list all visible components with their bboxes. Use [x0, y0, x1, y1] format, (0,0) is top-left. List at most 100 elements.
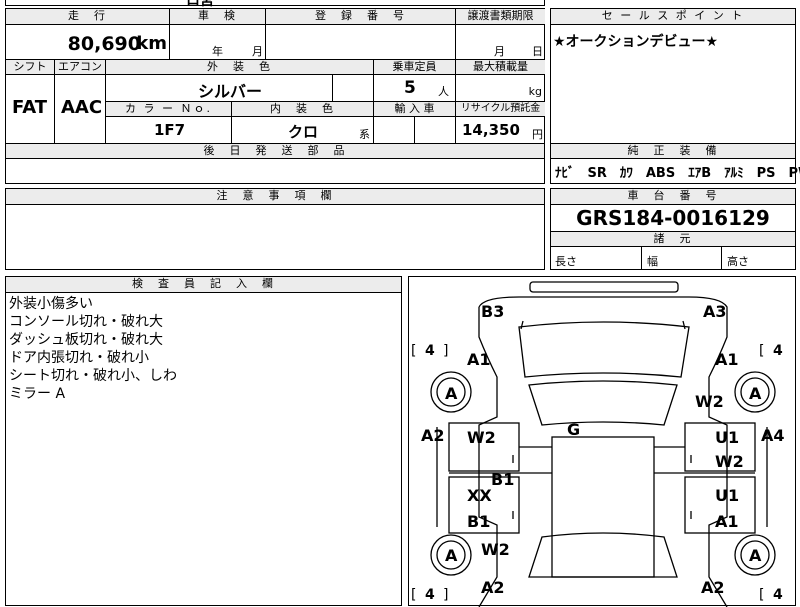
inspection-year-label: 年 — [212, 45, 223, 58]
dimensions-header: 諸 元 — [551, 231, 795, 247]
interior-color-header: 内 装 色 — [231, 101, 373, 117]
rear-window-shape — [528, 532, 678, 578]
exterior-color-cell: シルバー — [105, 75, 332, 101]
inspector-note: 外装小傷多い — [9, 296, 93, 312]
max-load-cell: kg — [455, 75, 545, 101]
b3-label: B3 — [481, 302, 504, 321]
capacity-cell: 5 人 — [373, 75, 455, 101]
inspection-cell: 年 月 — [169, 25, 265, 59]
caution-header: 注 意 事 項 欄 — [6, 189, 544, 205]
recycle-header: リサイクル預託金 — [455, 101, 545, 117]
a2-rear-right-label: A2 — [701, 578, 725, 597]
registration-cell — [265, 25, 455, 59]
sales-point-box: セ ー ル ス ポ イ ン ト ★オークションデビュー★ 純 正 装 備 ﾅﾋﾞ… — [550, 8, 800, 184]
car-diagram-box: B3 A3 A1 A1 A A A A W2 A2 A4 W2 U1 G W2 … — [408, 276, 796, 607]
u1-front-right-door-label: U1 — [715, 428, 739, 447]
equipment-text: ﾅﾋﾞ SR ｶﾜ ABS ｴｱB ｱﾙﾐ PS PW — [555, 166, 800, 181]
inspector-note: ダッシュ板切れ・破れ大 — [9, 332, 163, 348]
car-diagram: B3 A3 A1 A1 A A A A W2 A2 A4 W2 U1 G W2 … — [411, 281, 785, 607]
tire-depth-bracket: [ — [411, 343, 416, 359]
body-outline — [478, 296, 728, 607]
exterior-color-header: 外 装 色 — [105, 59, 373, 75]
tire-depth-bracket: ] — [443, 587, 448, 603]
aircon-cell: AAC — [54, 75, 105, 143]
capacity-unit: 人 — [438, 85, 449, 98]
a1-front-right-label: A1 — [715, 350, 739, 369]
shift-header: シフト — [6, 59, 54, 75]
tire-rear-left-grade: A — [445, 546, 458, 565]
inspection-month-label: 月 — [252, 45, 263, 58]
color-no-value: 1F7 — [154, 121, 186, 139]
sales-point-text: ★オークションデビュー★ — [553, 34, 719, 50]
inspector-note: ドア内張切れ・破れ小 — [9, 350, 149, 366]
recycle-unit: 円 — [532, 128, 543, 141]
tire-depth-front-right: 4 — [773, 343, 783, 359]
b1-rear-left-door-label: B1 — [467, 512, 490, 531]
tire-depth-bracket: [ — [759, 587, 764, 603]
inspector-note: シート切れ・破れ小、しわ — [9, 368, 177, 384]
inspection-header: 車 検 — [169, 9, 265, 25]
a1-front-left-label: A1 — [467, 350, 491, 369]
parts-header: 後 日 発 送 部 品 — [6, 143, 544, 159]
tire-depth-bracket: [ — [411, 587, 416, 603]
recycle-cell: 14,350 円 — [455, 117, 545, 143]
a1-rear-right-door-label: A1 — [715, 512, 739, 531]
tire-rear-right-grade: A — [749, 546, 762, 565]
transfer-deadline-cell: 月 日 — [455, 25, 545, 59]
aircon-header: エアコン — [54, 59, 105, 75]
tire-front-right-grade: A — [749, 384, 762, 403]
capacity-header: 乗車定員 — [373, 59, 455, 75]
w2-front-right-fender-label: W2 — [695, 392, 724, 411]
top-strip — [5, 0, 545, 6]
a2-rear-left-label: A2 — [481, 578, 505, 597]
inspector-notes-box: 検 査 員 記 入 欄 外装小傷多い コンソール切れ・破れ大 ダッシュ板切れ・破… — [5, 276, 402, 606]
import-cell-a — [373, 117, 414, 143]
registration-header: 登 録 番 号 — [265, 9, 455, 25]
w2-front-left-door-label: W2 — [467, 428, 496, 447]
xx-rear-left-door-label: XX — [467, 486, 492, 505]
tire-depth-rear-left: 4 — [425, 587, 435, 603]
inspector-note: ミラー A — [9, 386, 66, 402]
mileage-unit: km — [136, 33, 167, 54]
tire-depth-front-left: 4 — [425, 343, 435, 359]
max-load-unit: kg — [528, 85, 542, 98]
mileage-value: 80,690 — [67, 33, 141, 55]
g-roof-label: G — [567, 420, 580, 439]
equipment-header: 純 正 装 備 — [551, 143, 795, 159]
tire-depth-bracket: ] — [443, 343, 448, 359]
recycle-value: 14,350 — [462, 121, 520, 139]
shift-cell: FAT — [6, 75, 54, 143]
front-bumper-shape — [529, 281, 679, 293]
dim-divider-2 — [721, 247, 722, 269]
hood-shape — [518, 321, 690, 378]
inspector-notes-list: 外装小傷多い コンソール切れ・破れ大 ダッシュ板切れ・破れ大 ドア内張切れ・破れ… — [9, 295, 177, 403]
shift-value: FAT — [12, 97, 48, 118]
capacity-value: 5 — [404, 78, 416, 98]
chassis-box: 車 台 番 号 GRS184-0016129 諸 元 長さ 幅 高さ — [550, 188, 796, 270]
exterior-color-extra-cell — [332, 75, 373, 101]
interior-color-cell: クロ 系 — [231, 117, 373, 143]
length-label: 長さ — [555, 255, 577, 268]
sales-point-header: セ ー ル ス ポ イ ン ト — [551, 9, 795, 25]
tire-depth-bracket: [ — [759, 343, 764, 359]
caution-box: 注 意 事 項 欄 — [5, 188, 545, 270]
import-cell-b — [414, 117, 455, 143]
vehicle-info-table: 走 行 車 検 登 録 番 号 譲渡書類期限 80,690 km 年 月 月 日… — [5, 8, 545, 184]
exterior-color-value: シルバー — [198, 82, 263, 101]
a2-left-side-label: A2 — [421, 426, 445, 445]
parts-cell — [6, 159, 544, 183]
mileage-header: 走 行 — [6, 9, 169, 25]
tire-front-left-grade: A — [445, 384, 458, 403]
b1-left-sill-label: B1 — [491, 470, 514, 489]
a4-right-side-label: A4 — [761, 426, 785, 445]
interior-color-value: クロ — [288, 123, 319, 141]
windshield-shape — [528, 380, 678, 426]
roof-shape — [551, 436, 655, 578]
max-load-header: 最大積載量 — [455, 59, 545, 75]
dim-divider-1 — [641, 247, 642, 269]
mileage-cell: 80,690 km — [6, 25, 169, 59]
aircon-value: AAC — [61, 97, 103, 118]
inspector-note: コンソール切れ・破れ大 — [9, 314, 163, 330]
transfer-deadline-header: 譲渡書類期限 — [455, 9, 545, 25]
inspector-header: 検 査 員 記 入 欄 — [6, 277, 401, 293]
